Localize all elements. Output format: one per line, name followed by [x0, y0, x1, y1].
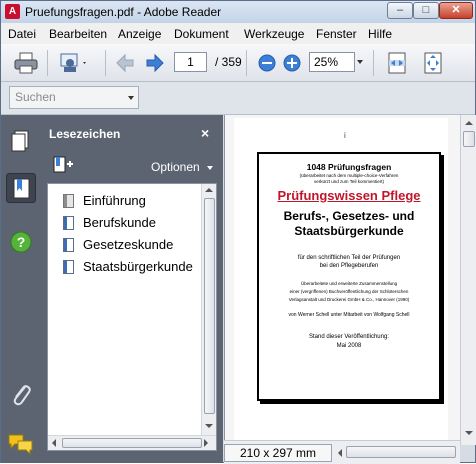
- zoom-dropdown-icon[interactable]: [357, 60, 363, 64]
- zoom-in-icon[interactable]: [281, 52, 303, 74]
- search-dropdown-icon[interactable]: [128, 96, 134, 100]
- page-count-label: / 359: [215, 55, 242, 69]
- doc-purpose-2: bei den Pflegeberufen: [319, 263, 379, 269]
- attachments-icon[interactable]: [6, 379, 36, 409]
- print-icon[interactable]: [14, 52, 38, 74]
- scroll-up-icon[interactable]: [465, 121, 473, 125]
- scroll-right-icon[interactable]: [204, 439, 208, 447]
- close-button[interactable]: ✕: [439, 2, 473, 19]
- window-title: Pruefungsfragen.pdf - Adobe Reader: [25, 5, 222, 19]
- menu-datei[interactable]: Datei: [8, 27, 36, 41]
- page-number-input[interactable]: [174, 52, 207, 72]
- toolbar-separator: [47, 50, 48, 76]
- bookmark-label: Gesetzeskunde: [83, 237, 174, 252]
- doc-authors: von Werner Schell unter Mitarbeit von Wo…: [288, 312, 410, 318]
- document-scroll-thumb[interactable]: [463, 131, 475, 147]
- adobe-reader-icon: A: [5, 4, 20, 19]
- title-frame: 1048 Prüfungsfragen (überarbeitet nach d…: [257, 152, 441, 401]
- bookmark-scroll-thumb[interactable]: [204, 198, 215, 414]
- pdf-page: i 1048 Prüfungsfragen (überarbeitet nach…: [234, 118, 448, 440]
- svg-text:?: ?: [17, 234, 26, 250]
- bookmark-list: Einführung Berufskunde Gesetzeskunde Sta…: [47, 183, 217, 451]
- search-input[interactable]: Suchen: [9, 86, 139, 109]
- next-page-icon[interactable]: [144, 52, 166, 74]
- search-toolbar: Suchen: [1, 82, 475, 115]
- doc-status-1: Stand dieser Veröffentlichung:: [309, 334, 389, 340]
- menu-dokument[interactable]: Dokument: [174, 27, 229, 41]
- doc-subtitle-2: Staatsbürgerkunde: [294, 224, 404, 238]
- toolbar-separator: [246, 50, 247, 76]
- document-vertical-scrollbar[interactable]: [460, 115, 476, 445]
- options-menu[interactable]: Optionen: [151, 160, 200, 174]
- doc-note-1: (überarbeitet nach dem multiple-choice-V…: [299, 173, 399, 178]
- menu-anzeige[interactable]: Anzeige: [118, 27, 161, 41]
- help-icon[interactable]: ?: [6, 227, 36, 257]
- doc-status-2: Mai 2008: [336, 343, 362, 349]
- scroll-down-icon[interactable]: [205, 424, 213, 428]
- new-bookmark-icon[interactable]: [53, 156, 75, 174]
- page-mark: i: [344, 131, 346, 140]
- page-size-label: 210 x 297 mm: [224, 444, 332, 462]
- menu-hilfe[interactable]: Hilfe: [368, 27, 392, 41]
- bookmark-page-icon: [63, 216, 74, 230]
- document-hscroll-thumb[interactable]: [346, 446, 456, 458]
- bookmark-horizontal-scrollbar[interactable]: [48, 435, 216, 450]
- document-view[interactable]: i 1048 Prüfungsfragen (überarbeitet nach…: [224, 115, 461, 440]
- toolbar-separator: [105, 50, 106, 76]
- bookmark-vertical-scrollbar[interactable]: [201, 184, 216, 436]
- doc-purpose-1: für den schriftlichen Teil der Prüfungen: [297, 255, 401, 261]
- bookmark-page-icon: [63, 194, 74, 208]
- pages-panel-icon[interactable]: [6, 125, 36, 155]
- minimize-button[interactable]: –: [387, 2, 413, 19]
- doc-source-1: Überarbeitete und erweiterte Zusammenste…: [300, 281, 398, 286]
- bookmarks-panel: Lesezeichen × Optionen Einführung Berufs…: [41, 115, 223, 463]
- menu-fenster[interactable]: Fenster: [316, 27, 357, 41]
- app-window: A Pruefungsfragen.pdf - Adobe Reader – □…: [0, 0, 476, 464]
- bookmark-label: Berufskunde: [83, 215, 156, 230]
- bookmark-label: Einführung: [83, 193, 146, 208]
- doc-line-count: 1048 Prüfungsfragen: [306, 162, 392, 172]
- collaborate-icon[interactable]: [59, 52, 86, 74]
- doc-source-3: Verlagsanstalt und Druckerei GmbH & Co.,…: [288, 297, 410, 302]
- maximize-button[interactable]: □: [413, 2, 439, 19]
- toolbar-separator: [373, 50, 374, 76]
- doc-subtitle-1: Berufs-, Gesetzes- und: [283, 209, 415, 223]
- scroll-left-icon[interactable]: [338, 449, 342, 457]
- scroll-down-icon[interactable]: [465, 431, 473, 435]
- title-bar: A Pruefungsfragen.pdf - Adobe Reader – □…: [1, 1, 475, 23]
- bookmarks-header: Lesezeichen: [49, 127, 121, 141]
- bookmarks-panel-icon[interactable]: [6, 173, 36, 203]
- menu-werkzeuge[interactable]: Werkzeuge: [244, 27, 304, 41]
- document-status-bar: 210 x 297 mm: [224, 440, 460, 464]
- options-dropdown-icon[interactable]: [207, 166, 213, 170]
- menu-bar: Datei Bearbeiten Anzeige Dokument Werkze…: [1, 23, 475, 45]
- bookmark-page-icon: [63, 260, 74, 274]
- scroll-left-icon[interactable]: [52, 439, 56, 447]
- full-screen-icon[interactable]: [422, 52, 444, 74]
- bookmark-label: Staatsbürgerkunde: [83, 259, 193, 274]
- zoom-level-field[interactable]: 25%: [309, 52, 355, 72]
- zoom-out-icon[interactable]: [256, 52, 278, 74]
- bookmark-page-icon: [63, 238, 74, 252]
- close-panel-button[interactable]: ×: [201, 125, 209, 141]
- menu-bearbeiten[interactable]: Bearbeiten: [49, 27, 107, 41]
- scroll-up-icon[interactable]: [205, 188, 213, 192]
- doc-heading: Prüfungswissen Pflege: [277, 188, 421, 203]
- navigation-rail: ?: [1, 115, 41, 463]
- fit-width-icon[interactable]: [386, 52, 408, 74]
- doc-note-2: verkürzt und zum Teil kommentiert): [314, 179, 384, 184]
- previous-page-icon[interactable]: [114, 52, 136, 74]
- comments-icon[interactable]: [6, 429, 36, 459]
- bookmark-hscroll-thumb[interactable]: [62, 438, 202, 448]
- doc-source-2: einer (vergriffenen) Buchveröffentlichun…: [289, 289, 409, 294]
